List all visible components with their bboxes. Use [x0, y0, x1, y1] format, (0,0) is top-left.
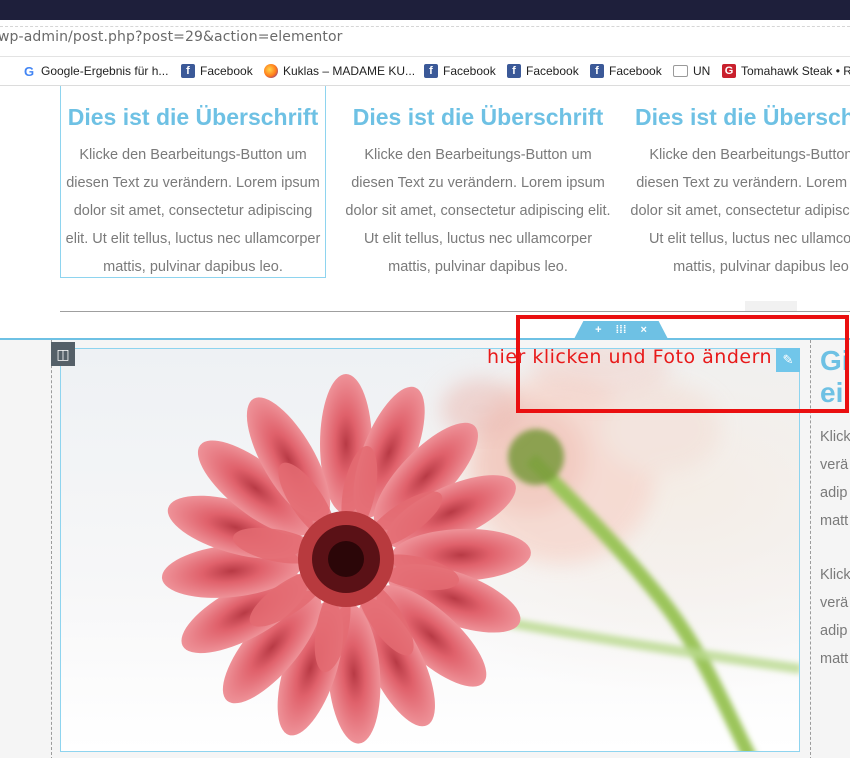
bookmark-label: Kuklas – MADAME KU...	[283, 64, 416, 78]
divider-line	[60, 311, 850, 312]
column-text[interactable]: Klicke den Bearbeitungs-Button um diesen…	[630, 141, 850, 281]
facebook-icon: f	[590, 64, 604, 78]
bookmark-label: Facebook	[526, 64, 579, 78]
firefox-icon	[264, 64, 278, 78]
bookmark-label: Facebook	[200, 64, 253, 78]
column-text[interactable]: Klicke den Bearbeitungs-Button um diesen…	[345, 141, 611, 281]
browser-title-bar	[0, 0, 850, 20]
folder-icon	[673, 65, 688, 77]
column-heading[interactable]: Dies ist die Überschrift	[345, 104, 611, 131]
bookmark-label: Google-Ergebnis für h...	[41, 64, 169, 78]
bookmark-google[interactable]: G Google-Ergebnis für h...	[22, 57, 168, 85]
bookmark-folder-un[interactable]: UN	[673, 57, 710, 85]
bookmark-kuklas[interactable]: Kuklas – MADAME KU...	[264, 57, 415, 85]
facebook-icon: f	[181, 64, 195, 78]
right-text-line: verä	[820, 457, 849, 473]
address-bar[interactable]: wp-admin/post.php?post=29&action=element…	[0, 20, 850, 57]
column-heading[interactable]: Dies ist die Überschrift	[61, 104, 325, 131]
bookmark-facebook-2[interactable]: f Facebook	[424, 57, 496, 85]
right-text-line: adip	[820, 485, 848, 501]
right-text-line: Klick	[820, 429, 850, 445]
google-icon: G	[22, 63, 36, 79]
text-column-2[interactable]: Dies ist die Überschrift Klicke den Bear…	[345, 86, 611, 281]
tomahawk-icon: G	[722, 64, 736, 78]
right-text-line: Klick	[820, 567, 850, 583]
bookmark-label: Facebook	[609, 64, 662, 78]
right-text-line: matt	[820, 513, 849, 529]
annotation-text: hier klicken und Foto ändern	[487, 346, 773, 368]
bookmark-facebook-4[interactable]: f Facebook	[590, 57, 662, 85]
spacer-handle	[745, 301, 797, 311]
bookmark-facebook-3[interactable]: f Facebook	[507, 57, 579, 85]
bookmarks-bar: G Google-Ergebnis für h... f Facebook Ku…	[0, 57, 850, 86]
column-handle-icon[interactable]: ◫	[51, 342, 75, 366]
address-bar-divider	[0, 26, 850, 27]
right-text-line: verä	[820, 595, 849, 611]
url-text[interactable]: wp-admin/post.php?post=29&action=element…	[0, 29, 343, 45]
right-paragraph-1[interactable]: Klick verä adip matt	[820, 423, 850, 535]
right-text-line: matt	[820, 651, 849, 667]
column-text[interactable]: Klicke den Bearbeitungs-Button um diesen…	[61, 141, 325, 281]
right-text-line: adip	[820, 623, 848, 639]
text-column-3[interactable]: Dies ist die Übersch Klicke den Bearbeit…	[630, 86, 850, 281]
editor-canvas: Dies ist die Überschrift Klicke den Bear…	[0, 86, 850, 758]
bookmark-tomahawk[interactable]: G Tomahawk Steak • R	[722, 57, 850, 85]
right-paragraph-2[interactable]: Klick verä adip matt	[820, 561, 850, 673]
bookmark-label: Tomahawk Steak • R	[741, 64, 850, 78]
text-column-1[interactable]: Dies ist die Überschrift Klicke den Bear…	[60, 86, 326, 278]
bookmark-label: UN	[693, 64, 711, 78]
bookmark-facebook-1[interactable]: f Facebook	[181, 57, 253, 85]
facebook-icon: f	[424, 64, 438, 78]
facebook-icon: f	[507, 64, 521, 78]
bookmark-label: Facebook	[443, 64, 496, 78]
column-heading[interactable]: Dies ist die Übersch	[635, 104, 850, 131]
